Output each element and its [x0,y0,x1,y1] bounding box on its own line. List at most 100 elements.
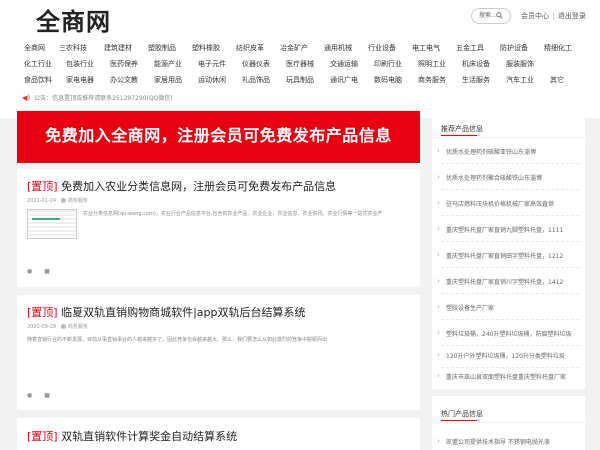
category-link[interactable]: 家居用品 [154,72,182,88]
category-link[interactable]: 交通运输 [330,56,358,72]
category-link[interactable]: 食品饮料 [24,72,52,88]
category-link[interactable]: 冶金矿产 [280,40,308,56]
recommend-item[interactable]: › 重庆市巫山县双面塑料托盘重庆塑料托盘厂家 [432,363,585,389]
post-category[interactable]: 商务服务 [68,324,88,330]
post-meta: 2021-01-24 商务服务 [27,197,88,204]
category-link[interactable]: 电子元件 [198,56,226,72]
category-link[interactable]: 玩具制品 [286,72,314,88]
category-link[interactable]: 能源产业 [154,56,182,72]
category-link[interactable]: 汽车工业 [506,72,534,88]
recommend-item[interactable]: › 塑胶设备生产厂家 [432,294,585,320]
recommend-item-label[interactable]: 塑胶设备生产厂家 [446,303,494,312]
category-link[interactable]: 礼品饰品 [242,72,270,88]
title-underline [441,135,477,136]
category-link[interactable]: 数码电脑 [374,72,402,88]
comment-icon: ■ [44,392,50,399]
post-actions: ● ■ [27,392,62,399]
category-link[interactable]: 通讯广电 [330,72,358,88]
site-header: 全商网 搜索... 会员中心 | 退出登录 全商网 三农科技 建筑建材 塑胶制品… [0,0,600,118]
post-title-text[interactable]: 双轨直销软件计算奖金自动结算系统 [61,430,237,443]
category-row: 食品饮料 家电电器 办公文教 家居用品 运动休闲 礼品饰品 玩具制品 通讯广电 … [22,72,582,88]
category-link[interactable]: 机床设备 [462,56,490,72]
chevron-right-icon: › [437,147,440,155]
hot-item[interactable]: › 凯盟公司提供技术指导 不锈钢电抛光液 [432,428,585,450]
promo-banner[interactable]: 免费加入全商网，注册会员可免费发布产品信息 [17,111,420,163]
link-separator: | [552,12,555,20]
category-link[interactable]: 生活服务 [462,72,490,88]
category-link[interactable]: 办公文教 [110,72,138,88]
divider [432,422,585,423]
chevron-right-icon: › [437,277,440,285]
recommend-item-label[interactable]: 塑料垃圾桶，240升塑料垃圾桶，防腐塑料垃圾 [446,329,571,338]
category-link[interactable]: 医药保养 [110,56,138,72]
pinned-tag: [置顶] [27,430,58,443]
category-link[interactable]: 纺织皮革 [236,40,264,56]
recommend-item[interactable]: › 驻马店燃料压块机价格机械厂家高效直供 [432,190,585,216]
post-title[interactable]: [置顶] 临夏双轨直销购物商城软件|app双轨后台结算系统 [27,304,306,320]
category-link[interactable]: 防护设备 [500,40,528,56]
category-link[interactable]: 五金工具 [456,40,484,56]
post-title-text[interactable]: 免费加入农业分类信息网，注册会员可免费发布产品信息 [61,180,336,193]
category-link[interactable]: 塑料橡胶 [192,40,220,56]
category-link[interactable]: 印刷行业 [374,56,402,72]
category-link[interactable]: 通用机械 [324,40,352,56]
post-card: [置顶] 免费加入农业分类信息网，注册会员可免费发布产品信息 2021-01-2… [17,169,420,287]
category-nav: 全商网 三农科技 建筑建材 塑胶制品 塑料橡胶 纺织皮革 冶金矿产 通用机械 行… [22,40,582,88]
post-category[interactable]: 商务服务 [68,198,88,204]
post-title-text[interactable]: 临夏双轨直销购物商城软件|app双轨后台结算系统 [61,306,305,319]
category-link[interactable]: 塑胶制品 [148,40,176,56]
search-icon[interactable] [496,12,503,19]
recommend-item-label[interactable]: 120升户外塑料垃圾桶，120升分类塑料垃圾 [446,351,565,360]
recommend-item[interactable]: › 重庆塑料托盘厂家直销川字塑料托盘，1412 [432,268,585,294]
hot-title: 热门产品信息 [441,410,483,418]
post-date: 2021-01-24 [27,198,57,204]
recommend-item[interactable]: › 优质水处理药剂聚合硫酸铁山东淄博 [432,164,585,190]
post-title[interactable]: [置顶] 双轨直销软件计算奖金自动结算系统 [27,428,237,444]
category-link[interactable]: 全商网 [24,40,45,56]
category-link[interactable]: 运动休闲 [198,72,226,88]
recommend-item-label[interactable]: 重庆塑料托盘厂家直销九脚塑料托盘，1111 [446,225,563,234]
folder-icon [60,198,66,203]
category-link[interactable]: 仪器仪表 [242,56,270,72]
category-link[interactable]: 家电电器 [66,72,94,88]
post-actions: ● ■ [27,268,62,275]
category-link[interactable]: 医疗器械 [286,56,314,72]
recommend-item[interactable]: › 重庆塑料托盘厂家直销田字塑料托盘，1212 [432,242,585,268]
recommend-item-label[interactable]: 重庆塑料托盘厂家直销川字塑料托盘，1412 [446,277,563,286]
recommend-item-label[interactable]: 重庆塑料托盘厂家直销田字塑料托盘，1212 [446,251,563,260]
category-link[interactable]: 行业设备 [368,40,396,56]
recommend-title: 推荐产品信息 [441,125,483,133]
post-summary: 随着直销行业的不断发展，目前从事直销事业的人越来越多了，因此竞争也会越来越大。那… [27,337,328,343]
folder-icon [60,324,66,329]
logout-link[interactable]: 退出登录 [558,12,586,20]
search-input[interactable]: 搜索... [471,8,511,24]
recommend-panel: 推荐产品信息 › 优质水处理药剂硫酸亚铁山东淄博 › 优质水处理药剂聚合硫酸铁山东淄… [432,111,585,389]
recommend-item[interactable]: › 重庆塑料托盘厂家直销九脚塑料托盘，1111 [432,216,585,242]
category-link[interactable]: 精细化工 [544,40,572,56]
user-center-link[interactable]: 会员中心 [521,12,549,20]
recommend-item-label[interactable]: 优质水处理药剂硫酸亚铁山东淄博 [446,147,536,156]
hot-item-label[interactable]: 凯盟公司提供技术指导 不锈钢电抛光液 [446,437,550,446]
category-link[interactable]: 化工行业 [24,56,52,72]
category-link[interactable]: 商务服务 [418,72,446,88]
category-link[interactable]: 包装行业 [66,56,94,72]
post-thumbnail[interactable] [27,209,77,239]
post-date: 2020-09-28 [27,324,57,330]
site-logo[interactable]: 全商网 [36,2,111,37]
category-link[interactable]: 三农科技 [59,40,87,56]
recommend-item-label[interactable]: 驻马店燃料压块机价格机械厂家高效直供 [446,199,554,208]
recommend-item-label[interactable]: 重庆市巫山县双面塑料托盘重庆塑料托盘厂家 [446,372,566,381]
pinned-tag: [置顶] [27,306,58,319]
category-link[interactable]: 电工电气 [412,40,440,56]
category-link[interactable]: 服装服饰 [506,56,534,72]
chevron-right-icon: › [437,372,440,380]
notice-bar: ◀) 公告：信息置顶或推荐请联系251297290(QQ微信) [22,93,173,102]
notice-text: 公告：信息置顶或推荐请联系251297290(QQ微信) [34,95,173,102]
category-link[interactable]: 照明工业 [418,56,446,72]
category-link[interactable]: 建筑建材 [104,40,132,56]
recommend-item[interactable]: › 优质水处理药剂硫酸亚铁山东淄博 [432,138,585,164]
category-link[interactable]: 其它 [550,72,564,88]
recommend-item-label[interactable]: 优质水处理药剂聚合硫酸铁山东淄博 [446,173,542,182]
post-title[interactable]: [置顶] 免费加入农业分类信息网，注册会员可免费发布产品信息 [27,178,336,194]
post-summary: 农业分类信息网(qu-wang.com)，农业行业产品信息平台,包含有农业产品、… [83,211,383,217]
